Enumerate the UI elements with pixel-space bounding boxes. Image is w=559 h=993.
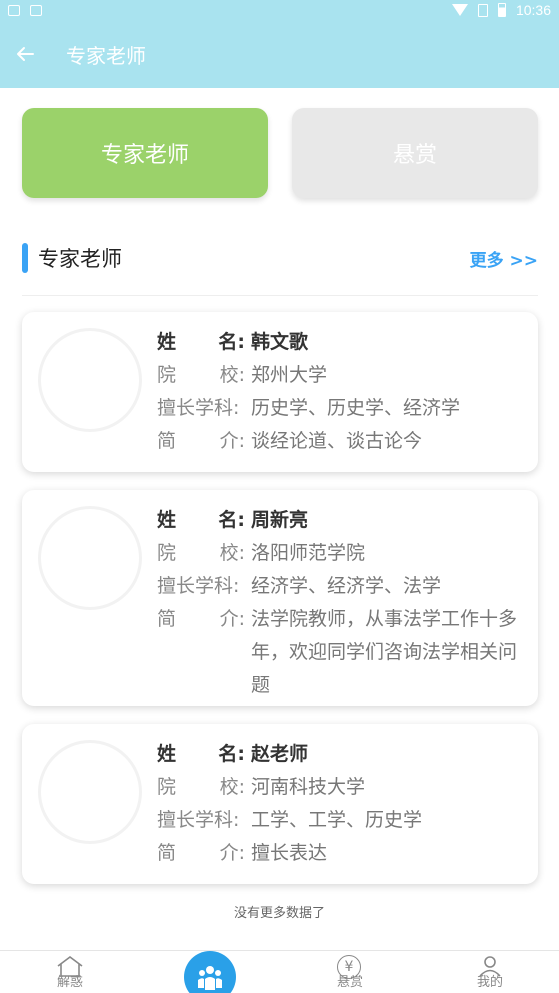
nav-item-xuanshang[interactable]: ¥ 悬赏 — [305, 951, 395, 993]
expert-name: 周新亮 — [251, 509, 309, 531]
label-name-2: 名: — [218, 743, 245, 765]
yen-icon: ¥ — [337, 955, 361, 979]
expert-intro: 法学院教师，从事法学工作十多年，欢迎同学们咨询法学相关问题 — [251, 608, 518, 696]
battery-icon — [497, 3, 506, 17]
expert-intro: 擅长表达 — [251, 842, 328, 864]
avatar — [38, 740, 142, 844]
tab-rewards[interactable]: 悬赏 — [292, 108, 538, 198]
expert-school: 洛阳师范学院 — [251, 542, 366, 564]
label-name-1: 姓 — [157, 331, 177, 353]
expert-card[interactable]: 姓 名: 周新亮 院 校: 洛阳师范学院 擅长学科: 经济学、经济学、法学 简 介: 法学院教… — [22, 490, 538, 706]
nav-item-wode[interactable]: 我的 — [445, 951, 535, 993]
expert-school: 郑州大学 — [251, 364, 328, 386]
section-title: 专家老师 — [38, 247, 122, 271]
expert-subjects: 经济学、经济学、法学 — [251, 575, 442, 597]
label-name-1: 姓 — [157, 743, 177, 765]
expert-card[interactable]: 姓 名: 韩文歌 院 校: 郑州大学 擅长学科: 历史学、历史学、经济学 简 介: 谈经论道、… — [22, 312, 538, 472]
expert-intro: 谈经论道、谈古论今 — [251, 430, 423, 452]
back-button[interactable] — [0, 20, 50, 88]
label-name-2: 名: — [218, 509, 245, 531]
section-accent-bar — [22, 243, 28, 273]
sim-icon — [477, 3, 488, 17]
expert-name: 赵老师 — [251, 743, 309, 765]
more-link[interactable]: 更多 >> — [470, 246, 538, 271]
tab-expert-teachers[interactable]: 专家老师 — [22, 108, 268, 198]
label-intro-1: 简 — [157, 608, 177, 630]
section-header: 专家老师 更多 >> — [22, 240, 538, 276]
status-bar: 10:36 — [0, 0, 559, 20]
nav-item-experts[interactable] — [184, 951, 236, 993]
expert-school: 河南科技大学 — [251, 776, 366, 798]
image-notification-icon — [8, 4, 20, 16]
tab-bar: 专家老师 悬赏 — [22, 108, 540, 198]
nav-item-jiehuo[interactable]: 解惑 — [25, 951, 115, 993]
label-school-2: 校: — [219, 776, 245, 798]
arrow-left-icon — [17, 47, 34, 61]
house-icon — [57, 956, 83, 977]
divider — [22, 295, 538, 296]
label-subject: 擅长学科: — [157, 397, 240, 419]
no-more-data-note: 没有更多数据了 — [233, 906, 325, 921]
label-subject: 擅长学科: — [157, 575, 240, 597]
label-subject: 擅长学科: — [157, 809, 240, 831]
avatar — [38, 328, 142, 432]
expert-subjects: 历史学、历史学、经济学 — [251, 397, 461, 419]
label-school-1: 院 — [157, 364, 177, 386]
label-name-1: 姓 — [157, 509, 177, 531]
app-notification-icon — [30, 4, 42, 16]
label-intro-2: 介: — [219, 608, 245, 630]
people-icon — [198, 966, 222, 990]
user-icon — [479, 956, 501, 977]
expert-card[interactable]: 姓 名: 赵老师 院 校: 河南科技大学 擅长学科: 工学、工学、历史学 简 介: 擅长表达 — [22, 724, 538, 884]
wifi-icon — [451, 4, 468, 16]
bottom-nav: 解惑 ¥ 悬赏 我的 — [0, 950, 559, 993]
avatar — [38, 506, 142, 610]
label-school-1: 院 — [157, 776, 177, 798]
label-intro-1: 简 — [157, 430, 177, 452]
label-intro-1: 简 — [157, 842, 177, 864]
expert-subjects: 工学、工学、历史学 — [251, 809, 423, 831]
app-header: 专家老师 — [0, 20, 559, 88]
label-intro-2: 介: — [219, 430, 245, 452]
status-time: 10:36 — [515, 2, 551, 18]
label-school-2: 校: — [219, 364, 245, 386]
label-intro-2: 介: — [219, 842, 245, 864]
label-school-1: 院 — [157, 542, 177, 564]
expert-name: 韩文歌 — [251, 331, 309, 353]
label-name-2: 名: — [218, 331, 245, 353]
page-title: 专家老师 — [66, 43, 146, 68]
label-school-2: 校: — [219, 542, 245, 564]
